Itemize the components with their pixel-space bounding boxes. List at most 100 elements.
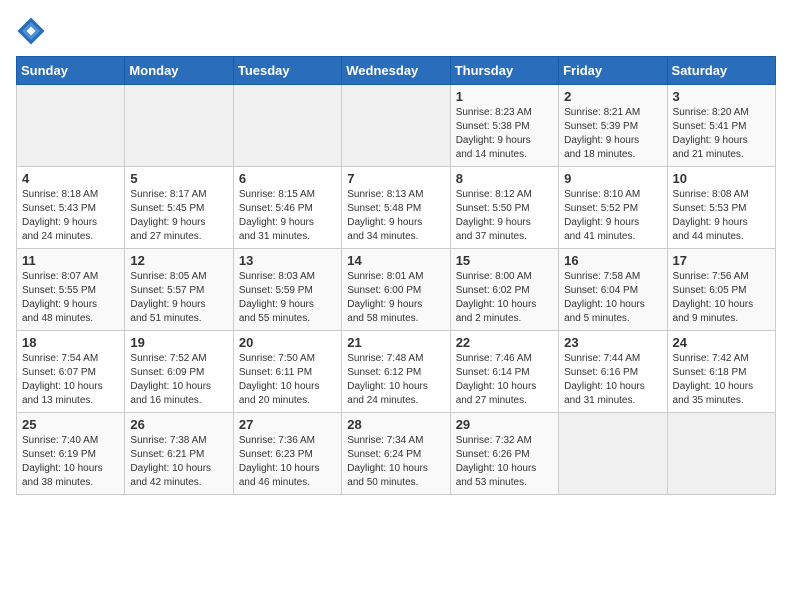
col-header-friday: Friday [559,57,667,85]
day-cell: 11 Sunrise: 8:07 AM Sunset: 5:55 PM Dayli… [17,249,125,331]
day-number: 21 [347,335,444,350]
day-cell: 3 Sunrise: 8:20 AM Sunset: 5:41 PM Daylig… [667,85,775,167]
day-info: Sunrise: 8:15 AM Sunset: 5:46 PM Dayligh… [239,188,336,244]
day-number: 13 [239,253,336,268]
day-cell: 19 Sunrise: 7:52 AM Sunset: 6:09 PM Dayli… [125,331,233,413]
day-cell: 4 Sunrise: 8:18 AM Sunset: 5:43 PM Daylig… [17,167,125,249]
day-info: Sunrise: 7:34 AM Sunset: 6:24 PM Dayligh… [347,434,444,490]
day-info: Sunrise: 8:05 AM Sunset: 5:57 PM Dayligh… [130,270,227,326]
day-number: 26 [130,417,227,432]
day-cell: 24 Sunrise: 7:42 AM Sunset: 6:18 PM Dayli… [667,331,775,413]
day-info: Sunrise: 7:40 AM Sunset: 6:19 PM Dayligh… [22,434,119,490]
day-info: Sunrise: 7:54 AM Sunset: 6:07 PM Dayligh… [22,352,119,408]
col-header-thursday: Thursday [450,57,558,85]
day-number: 22 [456,335,553,350]
day-info: Sunrise: 7:56 AM Sunset: 6:05 PM Dayligh… [673,270,770,326]
day-number: 28 [347,417,444,432]
week-row-3: 11 Sunrise: 8:07 AM Sunset: 5:55 PM Dayli… [17,249,776,331]
day-cell: 8 Sunrise: 8:12 AM Sunset: 5:50 PM Daylig… [450,167,558,249]
day-info: Sunrise: 8:20 AM Sunset: 5:41 PM Dayligh… [673,106,770,162]
col-header-wednesday: Wednesday [342,57,450,85]
day-info: Sunrise: 8:13 AM Sunset: 5:48 PM Dayligh… [347,188,444,244]
day-cell [17,85,125,167]
day-info: Sunrise: 7:38 AM Sunset: 6:21 PM Dayligh… [130,434,227,490]
day-cell [667,413,775,495]
day-cell: 22 Sunrise: 7:46 AM Sunset: 6:14 PM Dayli… [450,331,558,413]
day-cell: 2 Sunrise: 8:21 AM Sunset: 5:39 PM Daylig… [559,85,667,167]
day-info: Sunrise: 8:01 AM Sunset: 6:00 PM Dayligh… [347,270,444,326]
logo [16,16,50,46]
day-info: Sunrise: 8:08 AM Sunset: 5:53 PM Dayligh… [673,188,770,244]
day-cell: 5 Sunrise: 8:17 AM Sunset: 5:45 PM Daylig… [125,167,233,249]
calendar-body: 1 Sunrise: 8:23 AM Sunset: 5:38 PM Daylig… [17,85,776,495]
day-number: 17 [673,253,770,268]
week-row-1: 1 Sunrise: 8:23 AM Sunset: 5:38 PM Daylig… [17,85,776,167]
day-info: Sunrise: 8:23 AM Sunset: 5:38 PM Dayligh… [456,106,553,162]
day-number: 3 [673,89,770,104]
day-cell: 17 Sunrise: 7:56 AM Sunset: 6:05 PM Dayli… [667,249,775,331]
day-number: 29 [456,417,553,432]
day-info: Sunrise: 7:42 AM Sunset: 6:18 PM Dayligh… [673,352,770,408]
day-cell: 21Sunrise: 7:48 AM Sunset: 6:12 PM Dayli… [342,331,450,413]
day-number: 11 [22,253,119,268]
day-cell: 23 Sunrise: 7:44 AM Sunset: 6:16 PM Dayli… [559,331,667,413]
day-cell: 14 Sunrise: 8:01 AM Sunset: 6:00 PM Dayli… [342,249,450,331]
day-number: 19 [130,335,227,350]
day-info: Sunrise: 8:10 AM Sunset: 5:52 PM Dayligh… [564,188,661,244]
day-info: Sunrise: 8:18 AM Sunset: 5:43 PM Dayligh… [22,188,119,244]
day-cell: 28 Sunrise: 7:34 AM Sunset: 6:24 PM Dayli… [342,413,450,495]
day-info: Sunrise: 7:46 AM Sunset: 6:14 PM Dayligh… [456,352,553,408]
day-cell: 25 Sunrise: 7:40 AM Sunset: 6:19 PM Dayli… [17,413,125,495]
day-number: 1 [456,89,553,104]
day-number: 24 [673,335,770,350]
day-number: 27 [239,417,336,432]
day-info: Sunrise: 8:21 AM Sunset: 5:39 PM Dayligh… [564,106,661,162]
day-number: 15 [456,253,553,268]
day-info: Sunrise: 7:58 AM Sunset: 6:04 PM Dayligh… [564,270,661,326]
day-info: Sunrise: 7:50 AM Sunset: 6:11 PM Dayligh… [239,352,336,408]
day-cell: 26 Sunrise: 7:38 AM Sunset: 6:21 PM Dayli… [125,413,233,495]
day-cell: 10 Sunrise: 8:08 AM Sunset: 5:53 PM Dayli… [667,167,775,249]
day-info: Sunrise: 7:32 AM Sunset: 6:26 PM Dayligh… [456,434,553,490]
header-row: SundayMondayTuesdayWednesdayThursdayFrid… [17,57,776,85]
day-number: 6 [239,171,336,186]
day-cell: 12 Sunrise: 8:05 AM Sunset: 5:57 PM Dayli… [125,249,233,331]
day-number: 2 [564,89,661,104]
day-cell: 6 Sunrise: 8:15 AM Sunset: 5:46 PM Daylig… [233,167,341,249]
day-info: Sunrise: 7:44 AM Sunset: 6:16 PM Dayligh… [564,352,661,408]
day-info: Sunrise: 8:12 AM Sunset: 5:50 PM Dayligh… [456,188,553,244]
week-row-2: 4 Sunrise: 8:18 AM Sunset: 5:43 PM Daylig… [17,167,776,249]
day-cell [233,85,341,167]
day-number: 8 [456,171,553,186]
day-number: 25 [22,417,119,432]
day-info: Sunrise: 8:17 AM Sunset: 5:45 PM Dayligh… [130,188,227,244]
col-header-saturday: Saturday [667,57,775,85]
day-number: 4 [22,171,119,186]
day-cell: 7 Sunrise: 8:13 AM Sunset: 5:48 PM Daylig… [342,167,450,249]
week-row-4: 18 Sunrise: 7:54 AM Sunset: 6:07 PM Dayli… [17,331,776,413]
col-header-sunday: Sunday [17,57,125,85]
day-number: 18 [22,335,119,350]
day-number: 10 [673,171,770,186]
day-cell [559,413,667,495]
day-cell: 20Sunrise: 7:50 AM Sunset: 6:11 PM Dayli… [233,331,341,413]
day-number: 23 [564,335,661,350]
day-info: Sunrise: 7:52 AM Sunset: 6:09 PM Dayligh… [130,352,227,408]
calendar-table: SundayMondayTuesdayWednesdayThursdayFrid… [16,56,776,495]
day-number: 12 [130,253,227,268]
day-info: Sunrise: 7:36 AM Sunset: 6:23 PM Dayligh… [239,434,336,490]
day-cell: 16Sunrise: 7:58 AM Sunset: 6:04 PM Dayli… [559,249,667,331]
calendar-header: SundayMondayTuesdayWednesdayThursdayFrid… [17,57,776,85]
day-info: Sunrise: 8:03 AM Sunset: 5:59 PM Dayligh… [239,270,336,326]
day-cell: 9 Sunrise: 8:10 AM Sunset: 5:52 PM Daylig… [559,167,667,249]
logo-icon [16,16,46,46]
day-info: Sunrise: 8:07 AM Sunset: 5:55 PM Dayligh… [22,270,119,326]
day-number: 5 [130,171,227,186]
day-cell: 18 Sunrise: 7:54 AM Sunset: 6:07 PM Dayli… [17,331,125,413]
day-number: 7 [347,171,444,186]
day-cell [125,85,233,167]
col-header-monday: Monday [125,57,233,85]
col-header-tuesday: Tuesday [233,57,341,85]
day-number: 9 [564,171,661,186]
day-number: 14 [347,253,444,268]
